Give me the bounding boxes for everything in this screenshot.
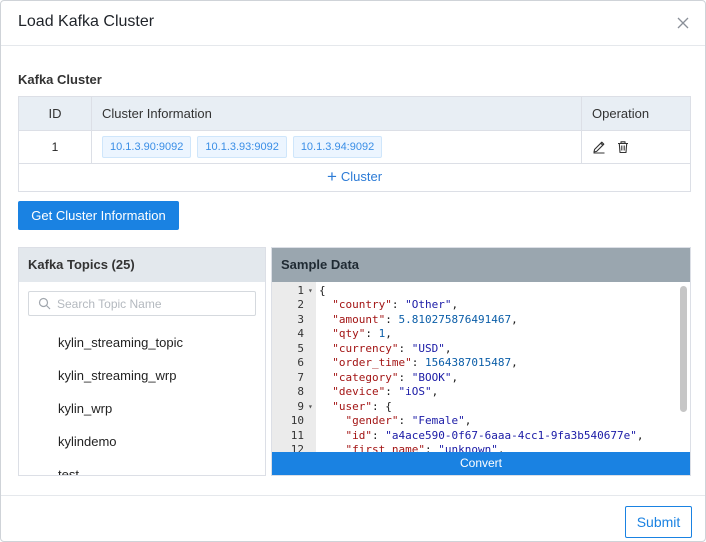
topic-item[interactable]: kylin_streaming_topic [19,326,265,359]
kafka-topics-panel: Kafka Topics (25) kylin_streaming_topic … [18,247,266,476]
line-number: 12 [290,443,304,452]
code-text: "qty": 1, [332,327,392,340]
line-number: 9 [297,399,304,413]
code-text: "order_time": 1564387015487, [332,356,518,369]
column-header-id: ID [18,96,92,131]
json-editor[interactable]: 1 ▾{2 "country": "Other", 3 "amount": 5.81… [272,282,690,452]
code-text: "device": "iOS", [332,385,439,398]
edit-icon[interactable] [592,140,606,154]
topic-item[interactable]: kylin_streaming_wrp [19,359,265,392]
code-line: 9 ▾ "user": { [272,400,682,415]
code-line: 10 "gender": "Female", [272,414,682,429]
code-line: 8 "device": "iOS", [272,385,682,400]
get-cluster-info-button[interactable]: Get Cluster Information [18,201,179,230]
topic-item[interactable]: test [19,458,265,475]
column-header-cluster-info: Cluster Information [91,96,582,131]
cluster-id-cell: 1 [18,130,92,164]
kafka-cluster-label: Kafka Cluster [18,72,102,87]
sample-data-panel: Sample Data 1 ▾{2 "country": "Other", 3 "a… [271,247,691,476]
line-number: 6 [297,356,304,369]
line-number: 11 [290,428,304,442]
close-icon[interactable] [675,15,691,31]
code-line: 7 "category": "BOOK", [272,371,682,386]
table-row: 1 10.1.3.90:9092 10.1.3.93:9092 10.1.3.94:… [18,130,691,164]
cluster-info-cell: 10.1.3.90:9092 10.1.3.93:9092 10.1.3.94:90… [91,130,582,164]
topic-list: kylin_streaming_topic kylin_streaming_wr… [19,326,265,475]
line-number: 10 [290,414,304,427]
convert-button[interactable]: Convert [272,452,690,475]
line-number: 1 [297,283,304,297]
code-line: 3 "amount": 5.810275876491467, [272,313,682,328]
line-number: 4 [297,327,304,340]
code-line: 11 "id": "a4ace590-0f67-6aaa-4cc1-9fa3b5… [272,429,682,444]
code-line: 2 "country": "Other", [272,298,682,313]
code-text: "user": { [332,399,392,413]
line-number: 3 [297,312,304,326]
code-line: 12 "first_name": "unknown", [272,443,682,452]
topic-item[interactable]: kylin_wrp [19,392,265,425]
topics-panel-title: Kafka Topics (25) [19,248,265,282]
caret-down-icon[interactable]: ▾ [308,284,313,299]
topic-item[interactable]: kylindemo [19,425,265,458]
add-cluster-button[interactable]: + Cluster [18,163,691,192]
line-number: 2 [297,298,304,311]
operation-cell [581,130,691,164]
trash-icon[interactable] [616,140,630,154]
code-line: 5 "currency": "USD", [272,342,682,357]
dialog-title: Load Kafka Cluster [18,13,155,30]
broker-tag: 10.1.3.93:9092 [197,136,287,158]
load-kafka-dialog: Load Kafka Cluster Kafka Cluster ID Clus… [0,0,706,542]
dialog-header: Load Kafka Cluster [1,1,705,46]
search-icon [38,297,51,310]
topic-search-box [28,291,256,316]
line-number: 5 [297,341,304,355]
broker-tag: 10.1.3.94:9092 [292,136,383,158]
code-line: 6 "order_time": 1564387015487, [272,356,682,371]
code-line: 1 ▾ { [272,284,682,299]
code-line: 4 "qty": 1, [272,327,682,342]
code-text: "id": "a4ace590-0f67-6aaa-4cc1-9fa3b5406… [345,428,644,442]
line-number: 7 [297,370,304,384]
code-text: "category": "BOOK", [332,370,459,384]
code-text: "country": "Other", [332,298,459,311]
code-text: "currency": "USD", [332,341,452,355]
line-number: 8 [297,385,304,398]
add-cluster-label: Cluster [340,169,383,184]
caret-down-icon[interactable]: ▾ [308,400,313,415]
sample-panel-title: Sample Data [272,248,690,282]
code-text: "first_name": "unknown", [345,443,505,452]
topic-search-input[interactable] [57,294,249,313]
code-text: "gender": "Female", [345,414,472,427]
submit-button[interactable]: Submit [625,506,692,538]
cluster-table: ID Cluster Information Operation 1 10.1.… [18,96,691,164]
column-header-operation: Operation [581,96,691,131]
footer-divider [1,495,705,496]
table-header-row: ID Cluster Information Operation [18,96,691,131]
broker-tag: 10.1.3.90:9092 [102,136,192,158]
code-text: { [319,283,326,297]
code-text: "amount": 5.810275876491467, [332,312,518,326]
plus-icon: + [326,167,337,186]
